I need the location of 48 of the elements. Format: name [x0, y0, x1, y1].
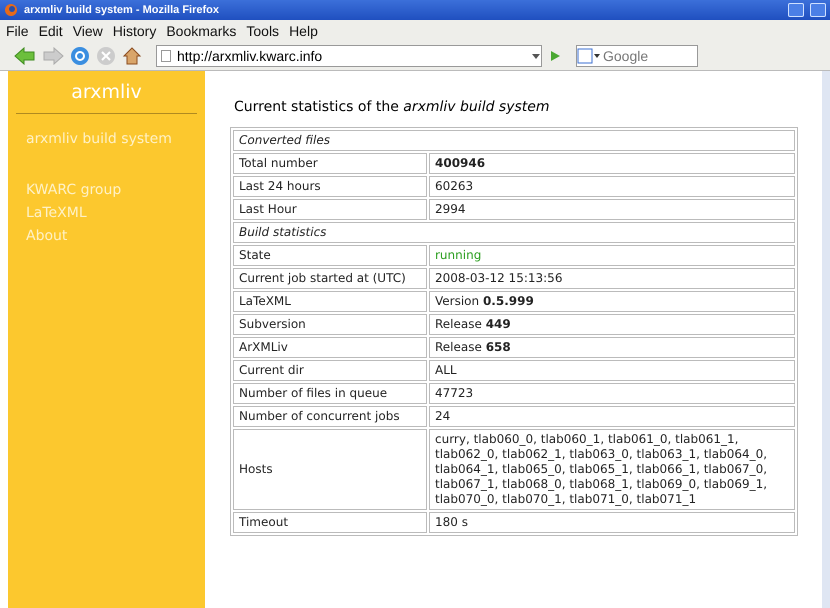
menu-item[interactable]: Bookmarks	[166, 23, 236, 39]
window-title: arxmliv build system - Mozilla Firefox	[24, 4, 219, 16]
page-icon	[161, 50, 171, 62]
go-icon[interactable]	[548, 49, 562, 63]
table-cell: Number of concurrent jobs	[233, 406, 427, 427]
table-cell: Current dir	[233, 360, 427, 381]
menu-item[interactable]: View	[72, 23, 103, 39]
table-cell: ALL	[429, 360, 795, 381]
back-icon[interactable]	[14, 47, 36, 65]
minimize-button[interactable]	[788, 3, 804, 17]
menu-item[interactable]: History	[112, 23, 156, 39]
menu-item[interactable]: Edit	[38, 23, 63, 39]
address-bar[interactable]: http://arxmliv.kwarc.info	[156, 45, 542, 67]
table-cell: Total number	[233, 153, 427, 174]
table-cell: Version 0.5.999	[429, 291, 795, 312]
table-cell: running	[429, 245, 795, 266]
table-cell: LaTeXML	[233, 291, 427, 312]
home-icon[interactable]	[122, 46, 142, 66]
table-cell: State	[233, 245, 427, 266]
table-cell: Number of files in queue	[233, 383, 427, 404]
menu-item[interactable]: File	[6, 23, 29, 39]
menu-item[interactable]: Tools	[246, 23, 280, 39]
table-cell: 180 s	[429, 512, 795, 533]
section-header: Build statistics	[233, 222, 795, 243]
section-header: Converted files	[233, 130, 795, 151]
table-cell: Timeout	[233, 512, 427, 533]
table-cell: ArXMLiv	[233, 337, 427, 358]
maximize-button[interactable]	[810, 3, 826, 17]
table-cell: 2008-03-12 15:13:56	[429, 268, 795, 289]
table-cell: Hosts	[233, 429, 427, 510]
table-cell: Subversion	[233, 314, 427, 335]
table-cell: Last 24 hours	[233, 176, 427, 197]
search-bar[interactable]: Google	[576, 45, 698, 67]
table-cell: 47723	[429, 383, 795, 404]
forward-icon[interactable]	[42, 47, 64, 65]
table-cell: Current job started at (UTC)	[233, 268, 427, 289]
table-cell: 2994	[429, 199, 795, 220]
dropdown-icon[interactable]	[531, 52, 541, 60]
table-cell: 400946	[429, 153, 795, 174]
table-cell: Release 449	[429, 314, 795, 335]
table-cell: 24	[429, 406, 795, 427]
table-cell: Last Hour	[233, 199, 427, 220]
table-cell: curry, tlab060_0, tlab060_1, tlab061_0, tlab061_1, tlab062_0, tlab062_1, tlab063_0, tlab063_1, tlab064_0, tlab064_1, tlab065_0, tlab065_1, tlab066_1, tlab067_0, tlab067_1, tlab068_0, tlab068_1, tlab069_0, tlab069_1, tlab070_0, tlab070_1, tlab071_0, tlab071_1	[429, 429, 795, 510]
table-cell: 60263	[429, 176, 795, 197]
menu-item[interactable]: Help	[289, 23, 318, 39]
table-cell: Release 658	[429, 337, 795, 358]
site-title: arxmliv	[16, 81, 197, 114]
page-heading: Current statistics of the arxmliv build system	[234, 99, 551, 115]
